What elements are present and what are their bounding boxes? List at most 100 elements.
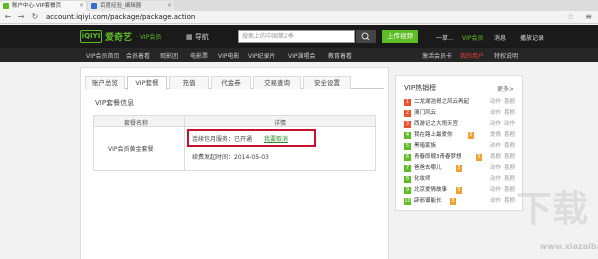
messages-link[interactable]: 消息 xyxy=(494,33,506,42)
new-badge: 5 xyxy=(450,198,456,205)
new-badge: 5 xyxy=(456,165,462,172)
table-header: 套餐名称 详情 xyxy=(94,116,375,127)
account-tabs: 账户总览 VIP套餐 充值 代金券 交易查询 安全设置 xyxy=(85,76,384,90)
rank-category: 动作 xyxy=(490,198,502,204)
bookmark-star-icon[interactable]: ☆ xyxy=(567,12,574,21)
forward-arrow-icon[interactable]: → xyxy=(16,12,26,22)
rank-number: 6 xyxy=(404,154,411,161)
list-item[interactable]: 8 化妆师 动作 喜剧 xyxy=(404,175,516,184)
watermark-mark: 下载 xyxy=(515,189,588,230)
grid-icon: ▦ xyxy=(186,33,193,41)
rank-category: 动作 xyxy=(490,165,502,171)
hot-list-more-link[interactable]: 更多> xyxy=(497,84,514,93)
address-bar: ← → ↻ account.iqiyi.com/package/package.… xyxy=(0,11,598,24)
rank-category: 动作 xyxy=(490,121,502,127)
rank-category: 动作 xyxy=(490,110,502,116)
nav-guide-menu[interactable]: ▦ 导航 xyxy=(186,32,209,42)
list-item[interactable]: 1 二龙湖浩哥之风云再起 动作 喜剧 xyxy=(404,98,516,107)
rank-title: 化妆师 xyxy=(414,176,431,182)
upload-video-button[interactable]: 上传视频 xyxy=(382,30,418,43)
subnav-movie-ticket[interactable]: 电影票 xyxy=(190,51,208,60)
cancel-subscription-link[interactable]: 我要取消 xyxy=(264,136,288,143)
search-icon xyxy=(361,32,370,41)
new-badge: 5 xyxy=(468,132,474,139)
logo-vip-label: · VIP会员 xyxy=(136,34,162,41)
vip-hot-list: VIP热销榜 更多> 1 二龙湖浩哥之风云再起 动作 喜剧 2 澳门风云 动作 … xyxy=(395,75,523,211)
subnav-vip-documentary[interactable]: VIP纪录片 xyxy=(248,51,276,60)
subnav-activate-card[interactable]: 激活会员卡 xyxy=(422,51,452,60)
rank-category: 动作 xyxy=(490,99,502,105)
browser-tab-bar: 账户中心-VIP套餐页 × 百度经验_编辑器 × xyxy=(0,0,598,11)
tab-vip-package[interactable]: VIP套餐 xyxy=(127,76,167,90)
baidu-favicon-icon xyxy=(91,3,97,9)
rank-title: 北京爱情故事 xyxy=(414,187,448,193)
subnav-vip-home[interactable]: VIP会员首页 xyxy=(86,51,120,60)
close-tab-icon[interactable]: × xyxy=(167,1,172,11)
rank-genre: 喜剧 xyxy=(504,99,516,105)
rank-genre: 喜剧 xyxy=(504,154,516,160)
subnav-vip-movie[interactable]: VIP电影 xyxy=(218,51,240,60)
back-arrow-icon[interactable]: ← xyxy=(3,12,13,22)
list-item[interactable]: 7 爸爸去哪儿 5 动作 喜剧 xyxy=(404,164,516,173)
list-item[interactable]: 4 我在路上最爱你 5 爱情 喜剧 xyxy=(404,131,516,140)
tab-voucher[interactable]: 代金券 xyxy=(211,76,251,89)
rank-category: 喜剧 xyxy=(490,154,502,160)
list-item[interactable]: 10 辟邪谱能长 5 动作 喜剧 xyxy=(404,197,516,206)
hot-list-title: VIP热销榜 xyxy=(404,84,437,92)
close-tab-icon[interactable]: × xyxy=(79,1,84,11)
rank-number: 2 xyxy=(404,110,411,117)
rank-number: 10 xyxy=(404,198,411,205)
rank-title: 西游记之大闹天宫 xyxy=(414,121,459,127)
rank-category: 动作 xyxy=(490,143,502,149)
new-badge: 5 xyxy=(456,187,462,194)
rank-title: 爸爸去哪儿 xyxy=(414,165,442,171)
list-item[interactable]: 3 西游记之大闹天宫 动作 动作 xyxy=(404,120,516,129)
rank-number: 4 xyxy=(404,132,411,139)
browser-tab-baidu[interactable]: 百度经验_编辑器 × xyxy=(88,1,174,11)
rank-genre: 喜剧 xyxy=(504,143,516,149)
subnav-education[interactable]: 教育着看 xyxy=(328,51,352,60)
play-history-link[interactable]: 播放记录 xyxy=(520,33,544,42)
subnav-my-users[interactable]: 我的用户 xyxy=(460,51,484,60)
tab-account-overview[interactable]: 账户总览 xyxy=(85,76,125,89)
user-name-link[interactable]: 一草... xyxy=(436,33,454,42)
rank-number: 3 xyxy=(404,121,411,128)
tab-recharge[interactable]: 充值 xyxy=(169,76,209,89)
browser-tab-label: 账户中心-VIP套餐页 xyxy=(12,3,62,9)
reload-icon[interactable]: ↻ xyxy=(30,12,40,22)
renewal-date: 续费发起时间：2014-05-03 xyxy=(192,154,269,161)
subnav-vip-concert[interactable]: VIP演唱会 xyxy=(288,51,316,60)
logo-name: 爱奇艺 xyxy=(105,33,133,43)
subnav-member-watch[interactable]: 会员着看 xyxy=(126,51,150,60)
url-input[interactable]: account.iqiyi.com/package/package.action xyxy=(46,12,546,23)
subnav-privileges[interactable]: 特权说明 xyxy=(494,51,518,60)
subscription-status: 连续包月服务：已开通 我要取消 xyxy=(192,136,288,143)
rank-category: 爱情 xyxy=(490,132,502,138)
browser-tab-label: 百度经验_编辑器 xyxy=(100,3,142,9)
new-badge: 5 xyxy=(476,154,482,161)
rank-number: 9 xyxy=(404,187,411,194)
list-item[interactable]: 2 澳门风云 动作 喜剧 xyxy=(404,109,516,118)
browser-menu-icon[interactable]: ≡ xyxy=(585,12,592,21)
package-name-cell: VIP会员黄金套餐 xyxy=(108,146,154,153)
iqiyi-logo[interactable]: iQIYI 爱奇艺 · VIP会员 xyxy=(80,29,161,44)
rank-genre: 喜剧 xyxy=(504,110,516,116)
subnav-movie-club[interactable]: 观影团 xyxy=(160,51,178,60)
list-item[interactable]: 6 青春即顺3青春梦想 5 喜剧 喜剧 xyxy=(404,153,516,162)
rank-title: 二龙湖浩哥之风云再起 xyxy=(414,99,470,105)
list-item[interactable]: 9 北京爱情故事 5 动作 喜剧 xyxy=(404,186,516,195)
vip-member-link[interactable]: VIP会员 xyxy=(462,33,484,42)
tab-transactions[interactable]: 交易查询 xyxy=(253,76,301,89)
list-item[interactable]: 5 黑暗家族 动作 喜剧 xyxy=(404,142,516,151)
column-divider xyxy=(184,116,185,170)
rank-category: 动作 xyxy=(490,187,502,193)
rank-title: 青春即顺3青春梦想 xyxy=(414,154,462,160)
rank-title: 我在路上最爱你 xyxy=(414,132,453,138)
search-input[interactable]: 搜索上的中国第2季 xyxy=(238,30,355,43)
tab-security[interactable]: 安全设置 xyxy=(303,76,351,89)
search-button[interactable] xyxy=(356,30,376,43)
vip-sub-nav: VIP会员首页 会员着看 观影团 电影票 VIP电影 VIP纪录片 VIP演唱会… xyxy=(0,48,598,62)
rank-genre: 喜剧 xyxy=(504,132,516,138)
rank-title: 辟邪谱能长 xyxy=(414,198,442,204)
browser-tab-vip[interactable]: 账户中心-VIP套餐页 × xyxy=(0,1,86,11)
